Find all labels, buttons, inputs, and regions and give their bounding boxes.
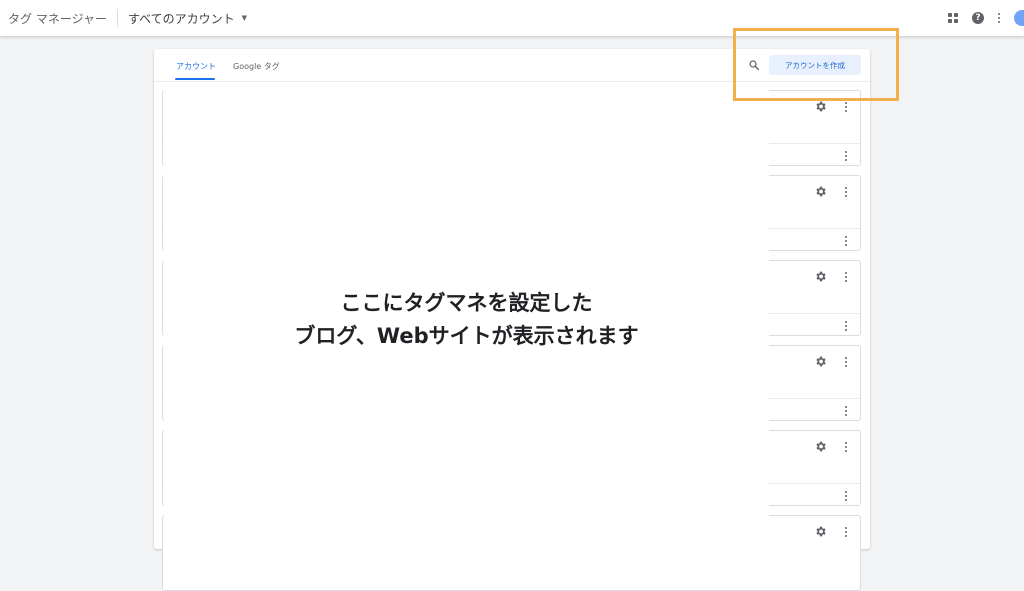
help-icon[interactable]: ? bbox=[972, 12, 984, 24]
avatar[interactable] bbox=[1014, 10, 1024, 26]
more-vert-icon[interactable] bbox=[844, 321, 848, 331]
more-vert-icon[interactable] bbox=[844, 102, 848, 112]
caret-down-icon: ▼ bbox=[241, 14, 248, 22]
top-right-actions: ? bbox=[948, 0, 1024, 36]
app-title[interactable]: タグ マネージャー bbox=[8, 10, 107, 27]
tab-accounts[interactable]: アカウント bbox=[176, 61, 216, 72]
gear-icon[interactable] bbox=[814, 440, 827, 453]
gear-icon[interactable] bbox=[814, 100, 827, 113]
gear-icon[interactable] bbox=[814, 270, 827, 283]
gear-icon[interactable] bbox=[814, 355, 827, 368]
topbar-divider bbox=[116, 9, 118, 27]
more-vert-icon[interactable] bbox=[844, 442, 848, 452]
gear-icon[interactable] bbox=[814, 525, 827, 538]
more-vert-icon[interactable] bbox=[997, 13, 1001, 23]
more-vert-icon[interactable] bbox=[844, 272, 848, 282]
highlight-box bbox=[733, 28, 899, 101]
active-tab-indicator bbox=[175, 78, 215, 80]
more-vert-icon[interactable] bbox=[844, 357, 848, 367]
account-selector[interactable]: すべてのアカウント ▼ bbox=[128, 10, 247, 27]
more-vert-icon[interactable] bbox=[844, 187, 848, 197]
overlay-line-2: ブログ、Webサイトが表示されます bbox=[294, 324, 639, 348]
account-selector-label: すべてのアカウント bbox=[127, 11, 235, 26]
gear-icon[interactable] bbox=[814, 185, 827, 198]
apps-grid-icon[interactable] bbox=[948, 13, 958, 23]
more-vert-icon[interactable] bbox=[844, 491, 848, 501]
more-vert-icon[interactable] bbox=[844, 527, 848, 537]
more-vert-icon[interactable] bbox=[844, 236, 848, 246]
overlay-line-1: ここにタグマネを設定した bbox=[340, 291, 593, 315]
more-vert-icon[interactable] bbox=[844, 151, 848, 161]
annotation-overlay: ここにタグマネを設定した ブログ、Webサイトが表示されます bbox=[164, 90, 769, 538]
tab-google-tags[interactable]: Google タグ bbox=[233, 61, 280, 72]
more-vert-icon[interactable] bbox=[844, 406, 848, 416]
overlay-message: ここにタグマネを設定した ブログ、Webサイトが表示されます bbox=[164, 287, 769, 353]
